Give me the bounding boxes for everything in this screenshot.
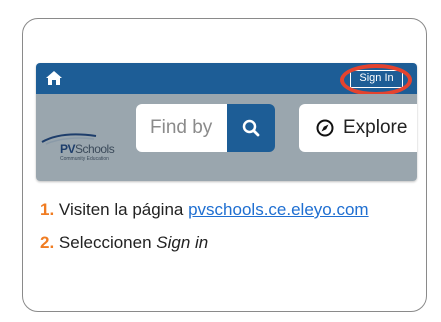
top-nav-bar: Sign In (36, 63, 417, 96)
step-2-text: Seleccionen (58, 233, 157, 252)
logo-title-rest: Schools (75, 142, 115, 156)
search-bar-area: PVSchools Community Education Find by Ex… (36, 94, 417, 181)
home-icon[interactable] (45, 70, 63, 86)
highlight-circle (340, 64, 412, 96)
step-1-number: 1. (40, 200, 55, 219)
explore-button[interactable]: Explore (299, 104, 417, 152)
search-input[interactable]: Find by (136, 104, 227, 152)
step-2: 2. Seleccionen Sign in (40, 233, 208, 253)
pvschools-logo[interactable]: PVSchools Community Education (36, 94, 132, 181)
logo-subtitle: Community Education (60, 156, 109, 162)
explore-label: Explore (343, 117, 408, 138)
website-screenshot: Sign In PVSchools Community Education Fi… (36, 63, 417, 181)
logo-title-bold: PV (60, 142, 76, 156)
step-1: 1. Visiten la página pvschools.ce.eleyo.… (40, 200, 369, 220)
compass-icon (316, 119, 334, 137)
eleyo-link[interactable]: pvschools.ce.eleyo.com (188, 200, 368, 219)
search-icon (242, 119, 260, 137)
search-button[interactable] (227, 104, 275, 152)
step-2-number: 2. (40, 233, 55, 252)
step-1-text: Visiten la página (58, 200, 189, 219)
step-2-emphasis: Sign in (156, 233, 209, 252)
